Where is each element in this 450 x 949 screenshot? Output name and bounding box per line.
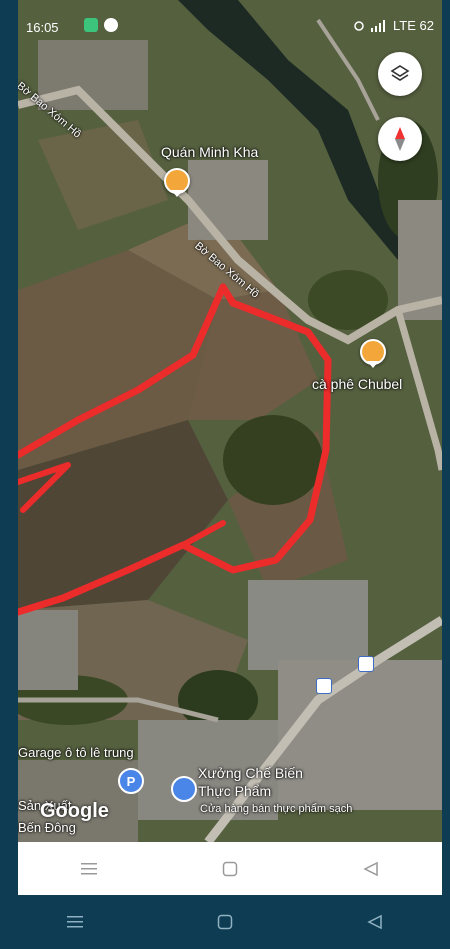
- layers-icon: [390, 65, 410, 81]
- place-label-xuong-sub: Cửa hàng bán thực phẩm sạch: [200, 803, 353, 815]
- parking-letter: P: [126, 773, 136, 789]
- map-view[interactable]: 16:05 LTE 62 Bờ Bao Xóm Hồ Bờ Bao Xóm Hồ…: [18, 0, 442, 842]
- home-icon: [222, 861, 238, 876]
- place-label-quan-minh-kha[interactable]: Quán Minh Kha: [161, 144, 258, 160]
- status-notification-icons: [84, 18, 118, 32]
- system-home-button[interactable]: [210, 907, 240, 937]
- menu-icon: [67, 916, 83, 928]
- home-button[interactable]: [215, 854, 245, 884]
- layers-button[interactable]: [378, 52, 422, 96]
- status-indicators: LTE 62: [353, 18, 434, 33]
- google-logo: Google: [40, 800, 109, 822]
- menu-button[interactable]: [74, 854, 104, 884]
- status-bar: 16:05 LTE 62: [18, 0, 442, 40]
- status-network-battery: LTE 62: [393, 18, 434, 33]
- place-label-ca-phe-chubel[interactable]: cà phê Chubel: [312, 376, 402, 392]
- back-icon: [367, 914, 382, 930]
- home-icon: [217, 914, 233, 930]
- system-back-button[interactable]: [360, 907, 390, 937]
- compass-button[interactable]: [378, 117, 422, 161]
- satellite-imagery: [18, 0, 442, 842]
- place-label-xuong-title-2: Thực Phẩm: [198, 783, 272, 799]
- cafe-pin-icon[interactable]: [164, 168, 190, 197]
- store-pin-icon[interactable]: [171, 776, 197, 802]
- place-label-garage[interactable]: Garage ô tô lê trung: [18, 745, 134, 760]
- app-navigation-bar: [18, 842, 442, 895]
- status-time: 16:05: [26, 20, 59, 35]
- system-menu-button[interactable]: [60, 907, 90, 937]
- facebook-icon: [104, 18, 118, 32]
- compass-icon: [395, 127, 405, 151]
- menu-icon: [80, 862, 97, 874]
- system-navigation-bar: [0, 895, 450, 949]
- parking-icon[interactable]: P: [118, 768, 144, 794]
- bus-stop-icon[interactable]: [358, 656, 374, 672]
- signal-icon: [371, 19, 386, 32]
- place-label-xuong-title-1[interactable]: Xưởng Chế Biến: [198, 765, 303, 781]
- screen-frame: 16:05 LTE 62 Bờ Bao Xóm Hồ Bờ Bao Xóm Hồ…: [18, 0, 442, 895]
- back-icon: [363, 861, 379, 876]
- back-button[interactable]: [356, 854, 386, 884]
- location-icon: [354, 20, 364, 31]
- cafe-pin-icon-chubel[interactable]: [360, 339, 386, 368]
- app-notification-icon: [84, 18, 98, 32]
- bus-stop-icon-2[interactable]: [316, 678, 332, 694]
